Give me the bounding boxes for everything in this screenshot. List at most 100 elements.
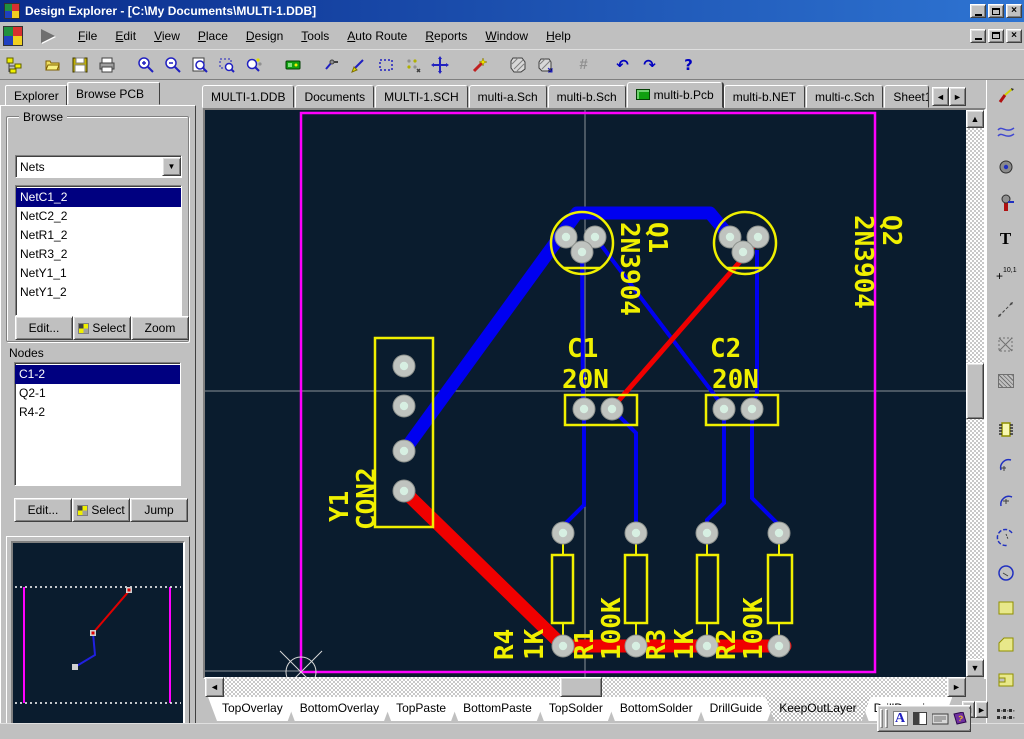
scroll-right-button[interactable]: ► <box>947 677 966 697</box>
trace-red-thick[interactable] <box>404 491 785 646</box>
child-minimize-button[interactable] <box>970 29 986 43</box>
label-c2-ref[interactable]: C2 <box>710 334 741 364</box>
list-item-net[interactable]: NetC2_2 <box>16 207 181 226</box>
place-polygon-plane-button[interactable] <box>992 632 1020 655</box>
layer-tab-toppaste[interactable]: TopPaste <box>382 697 460 721</box>
redo-button[interactable]: ↷ <box>636 52 663 78</box>
label-r1-ref[interactable]: R1 <box>570 629 600 660</box>
place-string-button[interactable]: T <box>992 227 1020 250</box>
place-multiple-traces-button[interactable] <box>992 121 1020 144</box>
outline-r4[interactable] <box>552 555 573 623</box>
layer-tab-keepoutlayer[interactable]: KeepOutLayer <box>765 697 870 721</box>
list-item-net[interactable]: NetC1_2 <box>16 188 181 207</box>
label-y1-ref[interactable]: Y1 <box>325 491 355 522</box>
net-edit-button[interactable]: Edit... <box>15 316 73 340</box>
list-item-net[interactable]: NetY1_2 <box>16 283 181 302</box>
move-button[interactable] <box>426 52 453 78</box>
place-arc-center-button[interactable] <box>992 490 1020 513</box>
outline-r1[interactable] <box>625 555 647 623</box>
app-icon[interactable] <box>4 3 20 19</box>
menu-edit[interactable]: Edit <box>106 23 145 49</box>
label-r3-value[interactable]: 1K <box>670 628 700 660</box>
pads[interactable] <box>393 226 790 657</box>
place-room-button[interactable] <box>992 334 1020 357</box>
menu-tools[interactable]: Tools <box>292 23 338 49</box>
tab-explorer[interactable]: Explorer <box>5 85 67 106</box>
place-fill-hatched-button[interactable] <box>992 370 1020 393</box>
wire-button[interactable] <box>345 52 372 78</box>
menu-place[interactable]: Place <box>189 23 237 49</box>
pad[interactable] <box>768 635 790 657</box>
text-tool-button[interactable]: A <box>890 709 910 729</box>
combo-dropdown-button[interactable]: ▼ <box>162 157 181 176</box>
nodes-list[interactable]: C1-2 Q2-1 R4-2 <box>14 362 181 486</box>
scroll-down-button[interactable]: ▼ <box>966 659 984 677</box>
doc-tab-multi-b-net[interactable]: multi-b.NET <box>724 85 805 108</box>
node-edit-button[interactable]: Edit... <box>14 498 72 522</box>
pad[interactable] <box>393 440 415 462</box>
pad[interactable] <box>625 522 647 544</box>
outline-r2[interactable] <box>768 555 792 623</box>
browse-board-button[interactable] <box>279 52 306 78</box>
restore-button[interactable] <box>988 4 1004 18</box>
scroll-left-button[interactable]: ◄ <box>205 677 224 697</box>
doc-tab-multi-c-sch[interactable]: multi-c.Sch <box>806 85 883 108</box>
net-zoom-button[interactable]: Zoom <box>131 316 189 340</box>
node-select-button[interactable]: Select <box>72 498 130 522</box>
print-button[interactable] <box>93 52 120 78</box>
list-item-node[interactable]: Q2-1 <box>15 384 180 403</box>
doc-tab-multi1-sch[interactable]: MULTI-1.SCH <box>375 85 467 108</box>
polygon-repour-button[interactable] <box>531 52 558 78</box>
zoom-area-button[interactable] <box>213 52 240 78</box>
doc-tab-scroll-right[interactable]: ► <box>949 87 966 106</box>
list-item-net[interactable]: NetR3_2 <box>16 245 181 264</box>
place-pad-button[interactable] <box>992 156 1020 179</box>
nets-list[interactable]: NetC1_2 NetC2_2 NetR1_2 NetR3_2 NetY1_1 … <box>15 185 182 316</box>
help-button[interactable]: ? <box>675 52 702 78</box>
node-jump-button[interactable]: Jump <box>130 498 188 522</box>
menu-file[interactable]: File <box>69 23 106 49</box>
pad[interactable] <box>393 355 415 377</box>
place-fill-button[interactable] <box>992 597 1020 620</box>
place-component-button[interactable] <box>992 419 1020 442</box>
doc-tab-documents[interactable]: Documents <box>295 85 374 108</box>
horizontal-scroll-thumb[interactable] <box>560 677 602 697</box>
tab-browse-pcb[interactable]: Browse PCB <box>67 82 160 105</box>
place-track-button[interactable] <box>992 85 1020 108</box>
toggle-grid-button[interactable]: # <box>570 52 597 78</box>
menu-window[interactable]: Window <box>476 23 537 49</box>
layer-tab-bottompaste[interactable]: BottomPaste <box>449 697 546 721</box>
browse-mode-combo[interactable]: Nets ▼ <box>15 155 182 178</box>
pad[interactable] <box>696 522 718 544</box>
label-r3-ref[interactable]: R3 <box>642 629 672 660</box>
net-preview-minimap[interactable] <box>6 536 190 734</box>
interactive-route-button[interactable] <box>318 52 345 78</box>
menu-view[interactable]: View <box>145 23 189 49</box>
keyboard-button[interactable] <box>930 709 950 729</box>
undo-button[interactable]: ↶ <box>609 52 636 78</box>
doc-tab-sheet1-sch[interactable]: Sheet1.Sch <box>884 85 929 108</box>
polygon-pour-button[interactable] <box>504 52 531 78</box>
top-layer-traces[interactable] <box>404 241 785 646</box>
zoom-all-button[interactable] <box>186 52 213 78</box>
place-arc-edge-button[interactable] <box>992 455 1020 478</box>
doc-tab-multi1-ddb[interactable]: MULTI-1.DDB <box>202 85 294 108</box>
help-book-button[interactable]: ? <box>950 709 970 729</box>
label-q2-ref[interactable]: Q2 <box>876 215 906 246</box>
pcb-canvas[interactable]: Q1 2N3904 Q2 2N3904 C1 20N C2 20N Y1 CON… <box>205 110 966 677</box>
wizard-button[interactable] <box>465 52 492 78</box>
zoom-selection-button[interactable] <box>240 52 267 78</box>
place-polygon-cutout-button[interactable] <box>992 668 1020 691</box>
layer-tab-bottomoverlay[interactable]: BottomOverlay <box>286 697 393 721</box>
label-c1-ref[interactable]: C1 <box>567 334 598 364</box>
toolbar-grip[interactable] <box>880 709 883 728</box>
minimize-button[interactable] <box>970 4 986 18</box>
layer-tab-topsolder[interactable]: TopSolder <box>535 697 617 721</box>
vertical-scroll-thumb[interactable] <box>966 363 984 419</box>
doc-tab-multi-b-sch[interactable]: multi-b.Sch <box>548 85 626 108</box>
layer-tab-topoverlay[interactable]: TopOverlay <box>208 697 297 721</box>
document-icon[interactable] <box>3 26 23 46</box>
scroll-up-button[interactable]: ▲ <box>966 110 984 128</box>
net-select-button[interactable]: Select <box>73 316 131 340</box>
doc-tab-multi-b-pcb[interactable]: multi-b.Pcb <box>627 82 723 108</box>
